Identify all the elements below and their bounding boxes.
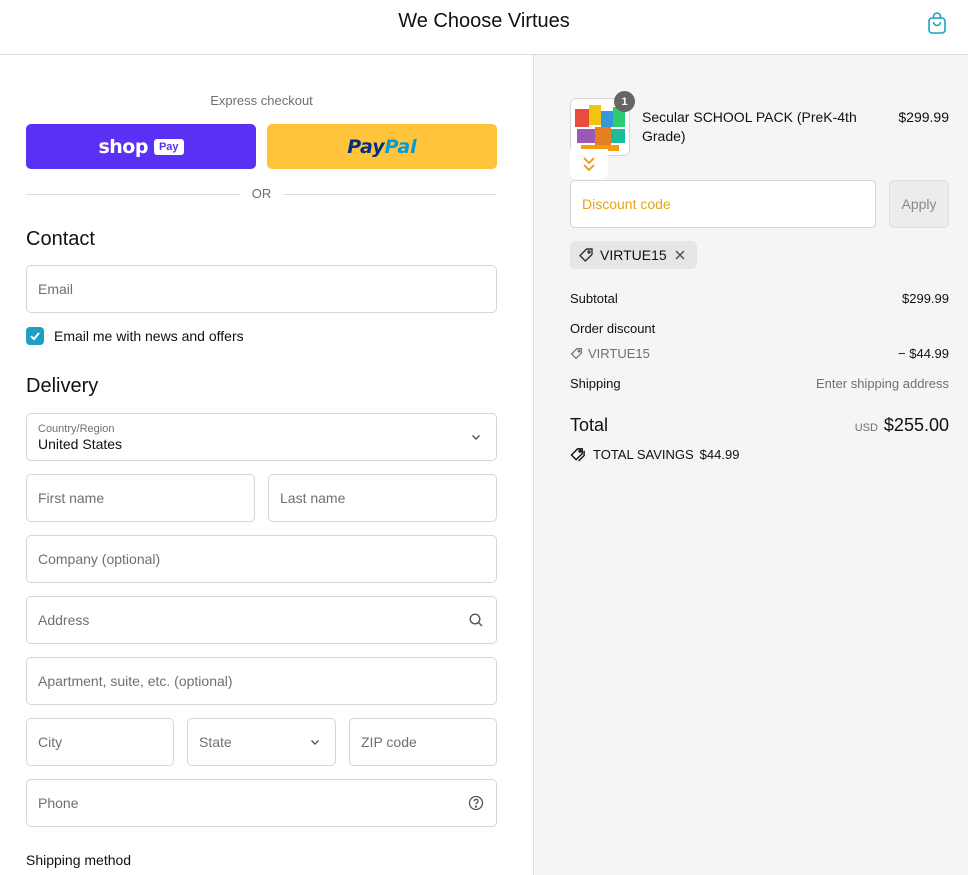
remove-discount-button[interactable] (673, 248, 687, 262)
country-label: Country/Region (38, 422, 115, 435)
checkout-form: Express checkout shop Pay Pay Pal OR Cont… (0, 55, 534, 875)
first-name-placeholder: First name (38, 490, 105, 506)
order-discount-label: Order discount (570, 321, 656, 336)
email-field[interactable]: Email (26, 265, 497, 313)
store-brand[interactable]: We Choose Virtues (0, 10, 968, 33)
phone-placeholder: Phone (38, 795, 79, 811)
newsletter-option[interactable]: Email me with news and offers (26, 327, 244, 345)
city-placeholder: City (38, 734, 63, 750)
chevron-down-icon (311, 740, 319, 745)
state-select[interactable]: State (187, 718, 336, 766)
discount-code-label: VIRTUE15 (588, 346, 650, 361)
last-name-field[interactable]: Last name (268, 474, 497, 522)
first-name-field[interactable]: First name (26, 474, 255, 522)
savings-tag-icon (570, 448, 585, 462)
shop-pay-pill: Pay (153, 138, 184, 155)
help-icon[interactable] (468, 795, 484, 811)
checkmark-icon (30, 332, 40, 341)
express-checkout-title: Express checkout (210, 93, 313, 108)
company-field[interactable]: Company (optional) (26, 535, 497, 583)
shopping-bag-icon[interactable] (926, 11, 948, 35)
search-icon[interactable] (468, 612, 484, 628)
email-placeholder: Email (38, 281, 74, 297)
newsletter-label: Email me with news and offers (54, 328, 244, 344)
phone-field[interactable]: Phone (26, 779, 497, 827)
shipping-label: Shipping (570, 376, 621, 391)
tag-icon (579, 248, 593, 262)
applied-code-label: VIRTUE15 (600, 247, 667, 263)
header: We Choose Virtues (0, 0, 968, 55)
discount-code-row: VIRTUE15 − $44.99 (570, 346, 949, 363)
savings-label: TOTAL SAVINGS (593, 447, 694, 462)
shop-pay-wordmark: shop (98, 135, 148, 158)
tag-icon (570, 348, 582, 360)
shipping-row: Shipping Enter shipping address (570, 376, 949, 391)
applied-discount-tag: VIRTUE15 (570, 241, 697, 269)
shop-pay-button[interactable]: shop Pay (26, 124, 256, 169)
product-name: Secular SCHOOL PACK (PreK-4th Grade) (642, 109, 857, 144)
order-discount-row: Order discount (570, 321, 949, 336)
apartment-field[interactable]: Apartment, suite, etc. (optional) (26, 657, 497, 705)
address-field[interactable]: Address (26, 596, 497, 644)
zip-field[interactable]: ZIP code (349, 718, 497, 766)
discount-placeholder: Discount code (582, 196, 671, 212)
company-placeholder: Company (optional) (38, 551, 161, 567)
currency-code: USD (854, 422, 878, 434)
subtotal-row: Subtotal $299.99 (570, 291, 949, 306)
country-value: United States (38, 435, 123, 452)
contact-title: Contact (26, 228, 95, 250)
savings-value: $44.99 (699, 447, 740, 462)
address-placeholder: Address (38, 612, 90, 628)
apartment-placeholder: Apartment, suite, etc. (optional) (38, 673, 233, 689)
newsletter-checkbox[interactable] (26, 327, 44, 345)
last-name-placeholder: Last name (280, 490, 346, 506)
product-price: $299.99 (898, 109, 949, 125)
subtotal-label: Subtotal (570, 291, 618, 306)
paypal-wordmark-pal: Pal (384, 135, 417, 158)
scroll-indicator[interactable] (570, 149, 608, 179)
city-field[interactable]: City (26, 718, 174, 766)
close-icon (675, 250, 685, 260)
or-divider: OR (26, 186, 497, 202)
or-label: OR (241, 186, 282, 201)
total-label: Total (570, 415, 609, 435)
quantity-badge: 1 (614, 91, 635, 112)
discount-code-field[interactable]: Discount code (570, 180, 876, 228)
zip-placeholder: ZIP code (361, 734, 417, 750)
chevron-down-icon (472, 435, 480, 440)
discount-value: − $44.99 (898, 346, 949, 361)
total-amount: USD $255.00 (855, 415, 949, 436)
double-chevron-down-icon (583, 157, 595, 172)
total-savings: TOTAL SAVINGS $44.99 (570, 447, 739, 462)
shipping-method-title: Shipping method (26, 852, 132, 868)
apply-button[interactable]: Apply (889, 180, 949, 228)
paypal-wordmark-pay: Pay (347, 135, 385, 158)
delivery-title: Delivery (26, 375, 99, 397)
order-summary: 1 Secular SCHOOL PACK (PreK-4th Grade) $… (534, 55, 968, 875)
subtotal-value: $299.99 (902, 291, 949, 306)
paypal-button[interactable]: Pay Pal (267, 124, 497, 169)
shipping-value: Enter shipping address (816, 376, 949, 391)
total-value: $255.00 (883, 415, 949, 435)
country-select[interactable]: Country/Region United States (26, 413, 497, 461)
